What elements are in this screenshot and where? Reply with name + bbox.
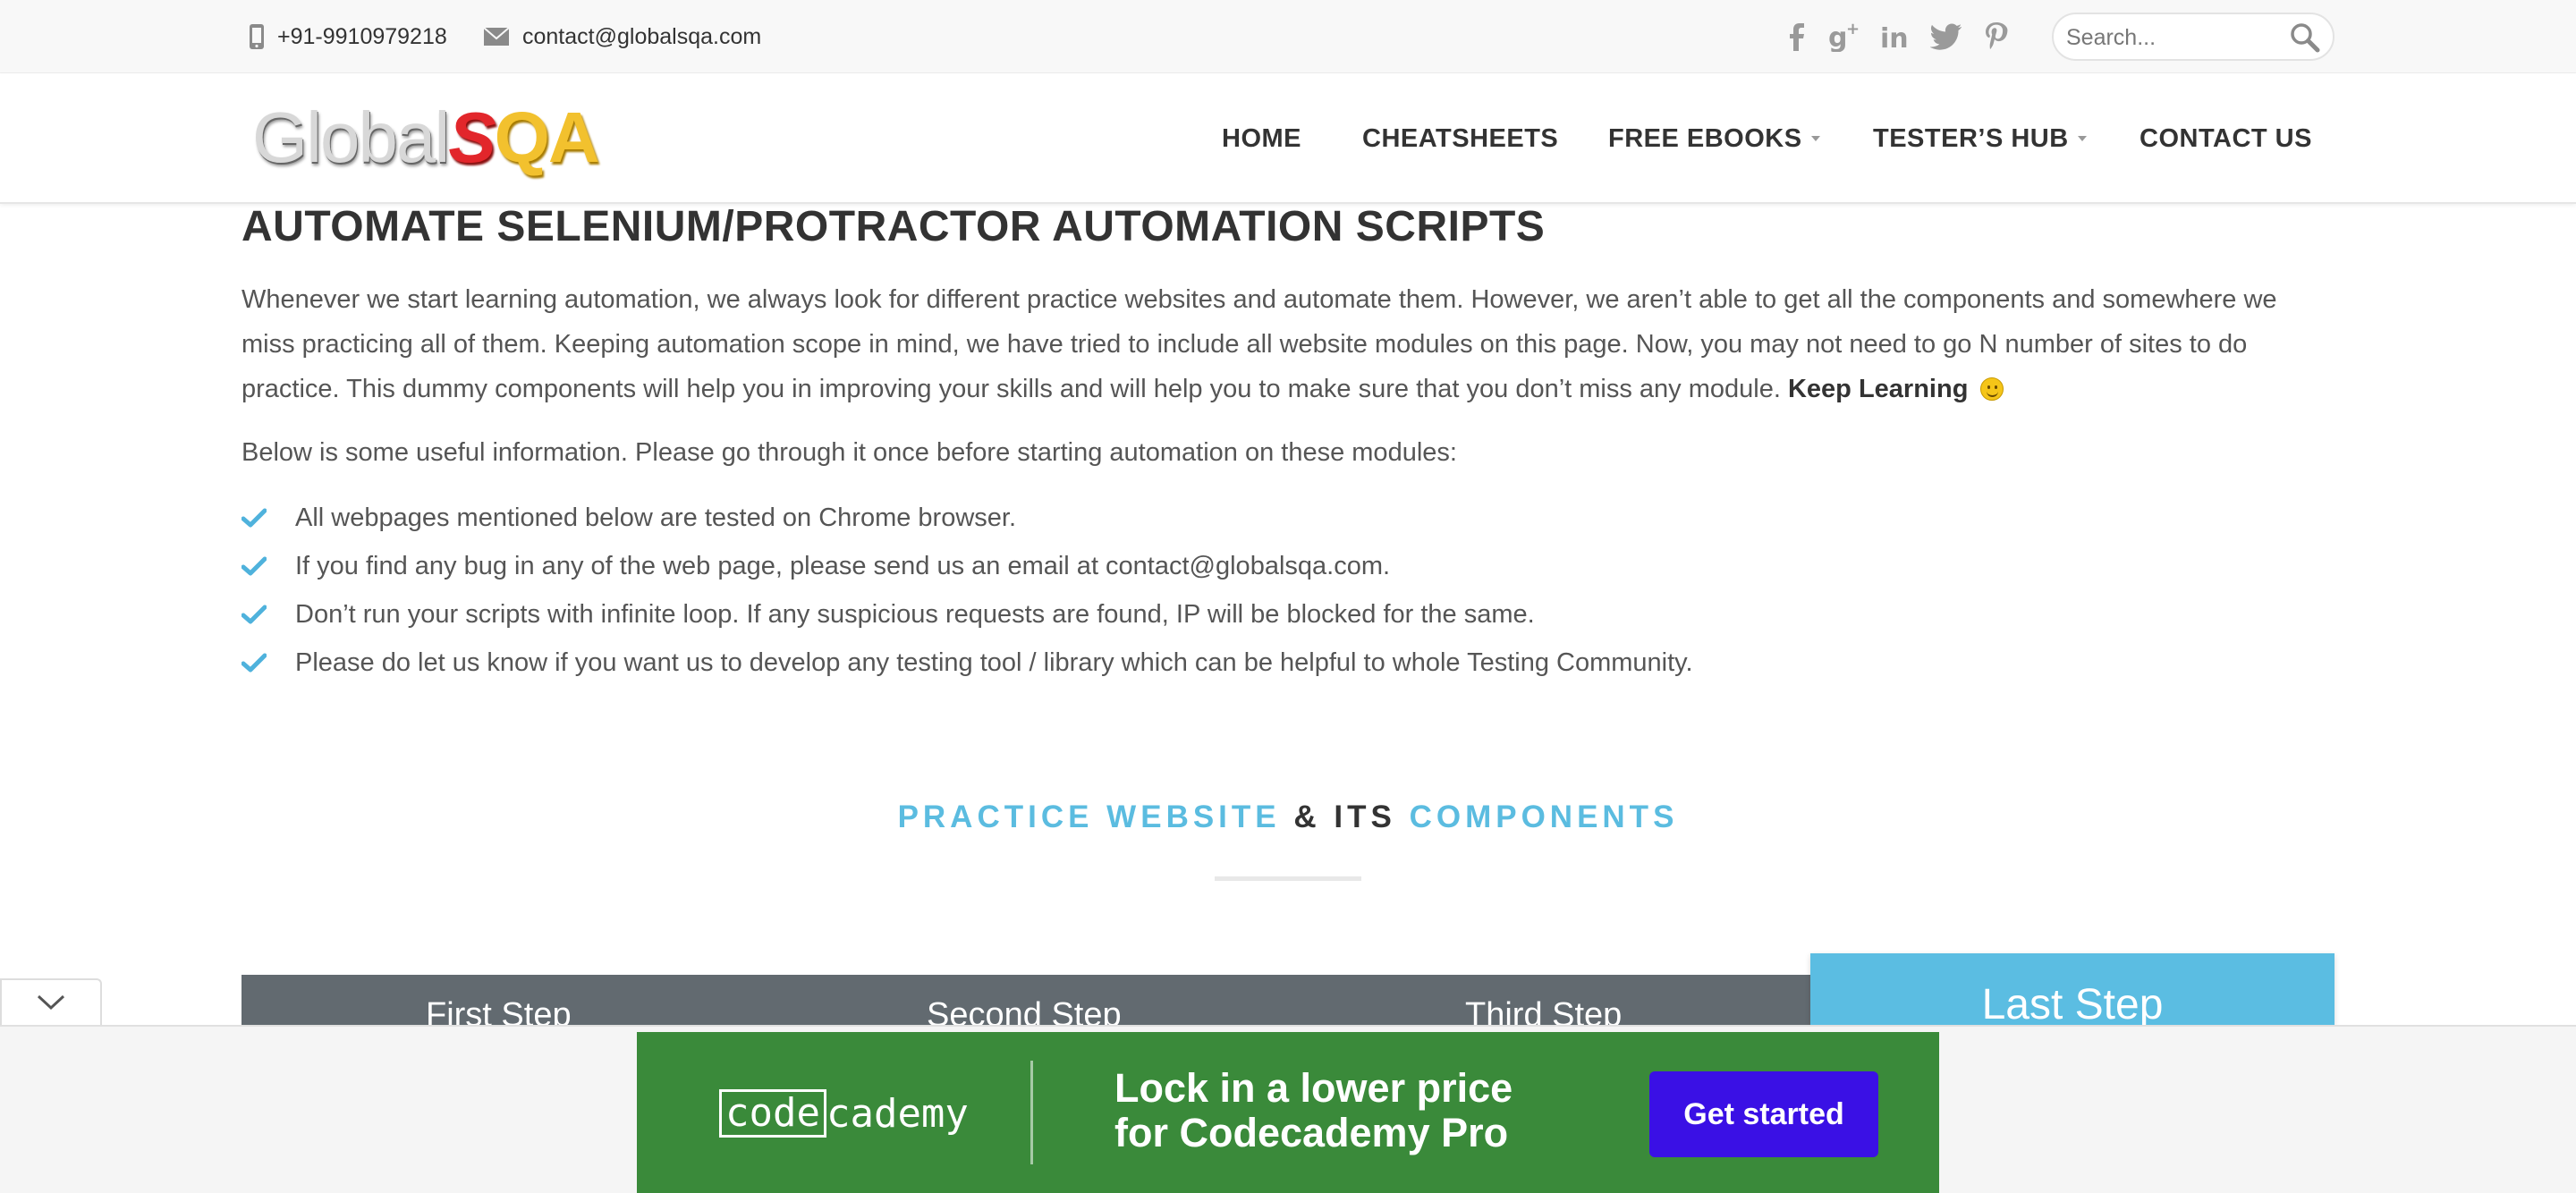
steps-bar: First Step Second Step Third Step (242, 975, 1814, 1034)
section-heading-part1: PRACTICE WEBSITE (897, 800, 1281, 834)
email-contact: contact@globalsqa.com (483, 0, 761, 73)
nav-cheatsheets[interactable]: CHEATSHEETS (1362, 73, 1558, 204)
search-icon[interactable] (2290, 22, 2320, 53)
list-item-text: If you find any bug in any of the web pa… (295, 551, 1391, 580)
nav-contact-us-label: CONTACT US (2140, 123, 2312, 153)
check-icon (242, 605, 295, 624)
step-last[interactable]: Last Step (1810, 953, 2334, 1028)
list-item: Don’t run your scripts with infinite loo… (242, 590, 1693, 639)
phone-number: +91-9910979218 (277, 23, 447, 49)
intro-paragraph: Whenever we start learning automation, w… (242, 277, 2334, 411)
intro-text: Whenever we start learning automation, w… (242, 285, 2277, 403)
mobile-phone-icon (249, 23, 265, 50)
page-title: AUTOMATE SELENIUM/PROTRACTOR AUTOMATION … (242, 203, 1546, 250)
ad-headline-line1: Lock in a lower price (1114, 1065, 1513, 1111)
collapse-ad-button[interactable] (0, 978, 102, 1025)
svg-text:g: g (1828, 22, 1847, 52)
nav-home-label: HOME (1222, 123, 1301, 153)
list-item: If you find any bug in any of the web pa… (242, 542, 1693, 590)
logo-s: S (448, 97, 496, 177)
nav-home[interactable]: HOME (1222, 73, 1301, 204)
section-heading-part2: & ITS (1293, 800, 1396, 834)
pinterest-icon[interactable] (1977, 18, 2016, 55)
search-box (2052, 13, 2334, 61)
check-icon (242, 653, 295, 673)
list-item-text: Don’t run your scripts with infinite loo… (295, 599, 1535, 629)
ad-headline-line2: for Codecademy Pro (1114, 1110, 1509, 1155)
envelope-icon (483, 27, 510, 47)
ad-separator (1030, 1061, 1033, 1164)
list-item-text: All webpages mentioned below are tested … (295, 503, 1017, 532)
codecademy-logo: code cademy (719, 1089, 969, 1138)
globalsqa-logo[interactable]: Global S QA (252, 97, 600, 177)
smiley-icon (1980, 377, 2004, 401)
intro-bold: Keep Learning (1787, 375, 1969, 403)
chevron-down-icon (37, 994, 65, 1011)
check-icon (242, 556, 295, 576)
info-list: All webpages mentioned below are tested … (242, 494, 1693, 687)
codecademy-logo-rest: cademy (826, 1090, 969, 1137)
section-heading: PRACTICE WEBSITE & ITS COMPONENTS (0, 800, 2576, 835)
twitter-icon[interactable] (1927, 18, 1966, 55)
section-divider (1215, 876, 1361, 881)
site-header: Global S QA HOME CHEATSHEETS FREE EBOOKS T… (0, 73, 2576, 204)
nav-testers-hub-label: TESTER’S HUB (1873, 123, 2069, 153)
google-plus-icon[interactable]: g + (1826, 18, 1866, 55)
ad-headline: Lock in a lower price for Codecademy Pro (1114, 1066, 1513, 1155)
phone-contact: +91-9910979218 (249, 0, 447, 73)
get-started-button[interactable]: Get started (1649, 1071, 1878, 1157)
logo-global: Global (252, 97, 450, 177)
nav-contact-us[interactable]: CONTACT US (2140, 73, 2312, 204)
list-item: Please do let us know if you want us to … (242, 639, 1693, 687)
section-heading-part3: COMPONENTS (1409, 800, 1679, 834)
svg-text:in: in (1880, 23, 1909, 51)
nav-free-ebooks[interactable]: FREE EBOOKS (1608, 73, 1820, 204)
svg-text:+: + (1846, 21, 1860, 38)
facebook-icon[interactable] (1776, 18, 1816, 55)
list-item: All webpages mentioned below are tested … (242, 494, 1693, 542)
linkedin-icon[interactable]: in (1877, 18, 1916, 55)
nav-free-ebooks-label: FREE EBOOKS (1608, 123, 1802, 153)
chevron-down-icon (1810, 136, 1820, 141)
check-icon (242, 508, 295, 528)
top-bar: +91-9910979218 contact@globalsqa.com g + … (0, 0, 2576, 73)
list-item-text: Please do let us know if you want us to … (295, 647, 1693, 677)
chevron-down-icon (2077, 136, 2087, 141)
codecademy-ad[interactable]: code cademy Lock in a lower price for Cod… (637, 1032, 1939, 1193)
info-lead: Below is some useful information. Please… (242, 438, 1457, 467)
codecademy-logo-boxed: code (719, 1089, 826, 1138)
email-address[interactable]: contact@globalsqa.com (522, 24, 761, 50)
search-input[interactable] (2066, 21, 2281, 54)
logo-qa: QA (494, 97, 600, 177)
step-last-label: Last Step (1981, 981, 2164, 1028)
nav-cheatsheets-label: CHEATSHEETS (1362, 123, 1559, 153)
nav-testers-hub[interactable]: TESTER’S HUB (1873, 73, 2087, 204)
